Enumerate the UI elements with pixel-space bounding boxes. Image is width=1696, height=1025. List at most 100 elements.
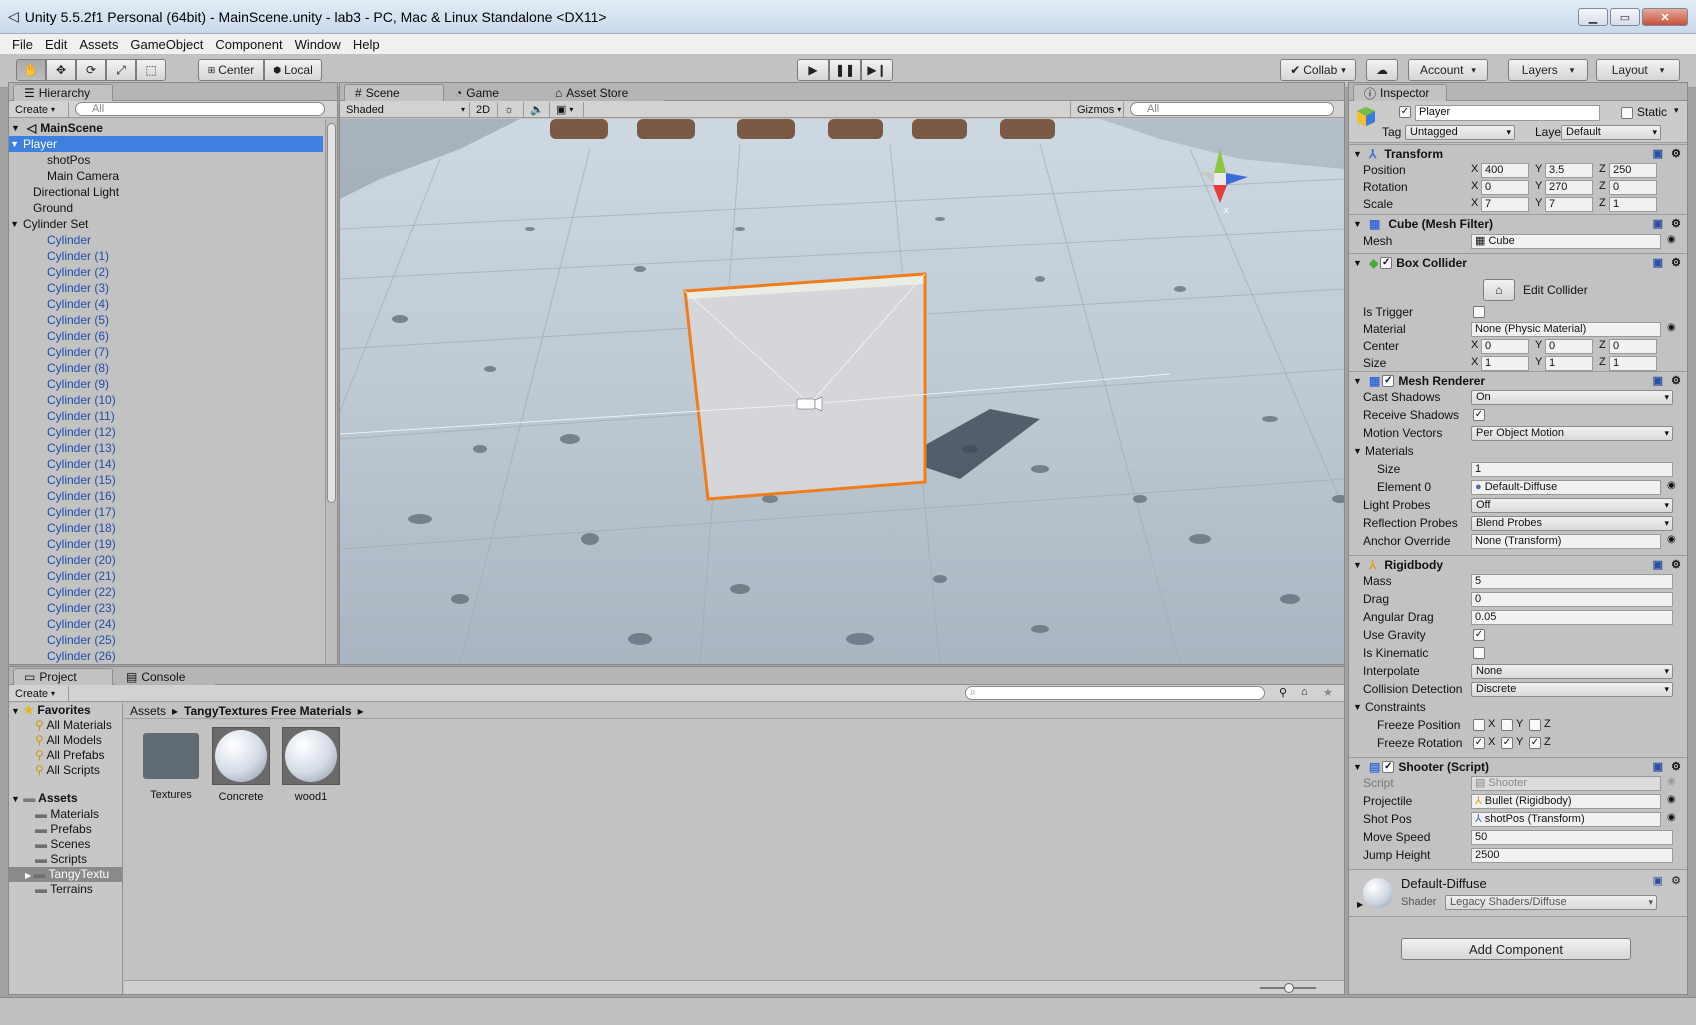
help-book-icon[interactable]: ▣	[1653, 256, 1663, 269]
angular-drag-field[interactable]: 0.05	[1471, 610, 1673, 625]
filter-label-icon[interactable]: ⌂	[1301, 686, 1308, 698]
collider-size-x-field[interactable]: 1	[1481, 356, 1529, 371]
menu-help[interactable]: Help	[347, 37, 386, 52]
hierarchy-item[interactable]: Cylinder (10)	[9, 392, 323, 408]
projectile-field[interactable]: ⅄ Bullet (Rigidbody)	[1471, 794, 1661, 809]
hierarchy-item[interactable]: Cylinder (18)	[9, 520, 323, 536]
interpolate-dropdown[interactable]: None	[1471, 664, 1673, 679]
help-book-icon[interactable]: ▣	[1653, 374, 1663, 387]
help-book-icon[interactable]: ▣	[1653, 558, 1663, 571]
rotation-y-field[interactable]: 270	[1545, 180, 1593, 195]
hierarchy-item[interactable]: Ground	[9, 200, 323, 216]
settings-gear-icon[interactable]: ⚙	[1671, 874, 1681, 887]
material-expand-icon[interactable]: ▶	[1357, 900, 1363, 909]
object-picker-icon[interactable]: ◉	[1667, 234, 1676, 245]
breadcrumb-assets[interactable]: Assets	[130, 704, 166, 718]
scale-y-field[interactable]: 7	[1545, 197, 1593, 212]
pivot-center-button[interactable]: ⊞ Center	[198, 59, 264, 81]
hand-tool-icon[interactable]: ✋	[16, 59, 46, 81]
tab-project[interactable]: ▭ Project	[13, 668, 113, 685]
motion-vectors-dropdown[interactable]: Per Object Motion	[1471, 426, 1673, 441]
project-folder-item[interactable]: ▬ Terrains	[9, 882, 122, 897]
cast-shadows-dropdown[interactable]: On	[1471, 390, 1673, 405]
close-button[interactable]: ✕	[1642, 8, 1688, 26]
move-tool-icon[interactable]: ✥	[46, 59, 76, 81]
shooter-script-header[interactable]: ▼ ▤ ✓ Shooter (Script) ▣ ⚙	[1349, 757, 1687, 775]
asset-item[interactable]: Concrete	[208, 725, 274, 811]
collider-center-y-field[interactable]: 0	[1545, 339, 1593, 354]
step-button[interactable]: ▶❙	[861, 59, 893, 81]
hierarchy-create-dropdown[interactable]: Create ▾	[9, 102, 69, 117]
account-dropdown[interactable]: Account ▾	[1408, 59, 1488, 81]
freeze-position-z-checkbox[interactable]	[1529, 719, 1541, 731]
hierarchy-item[interactable]: Cylinder (14)	[9, 456, 323, 472]
hierarchy-search-input[interactable]: All	[75, 102, 325, 116]
rect-tool-icon[interactable]: ⬚	[136, 59, 166, 81]
object-name-input[interactable]: Player	[1415, 105, 1600, 121]
hierarchy-item[interactable]: Cylinder (23)	[9, 600, 323, 616]
transform-header[interactable]: ▼ ⅄ Transform ▣ ⚙	[1349, 144, 1687, 162]
cloud-button[interactable]: ☁	[1366, 59, 1398, 81]
layers-dropdown[interactable]: Layers ▾	[1508, 59, 1588, 81]
scrollbar-thumb[interactable]	[327, 123, 336, 503]
hierarchy-item[interactable]: ▼ Cylinder Set	[9, 216, 323, 232]
menu-component[interactable]: Component	[209, 37, 288, 52]
project-folder-item[interactable]: ▬ Scenes	[9, 837, 122, 852]
hierarchy-item[interactable]: Cylinder (3)	[9, 280, 323, 296]
hierarchy-item[interactable]: Main Camera	[9, 168, 323, 184]
breadcrumb-current[interactable]: TangyTextures Free Materials	[184, 704, 352, 718]
position-z-field[interactable]: 250	[1609, 163, 1657, 178]
menu-edit[interactable]: Edit	[39, 37, 73, 52]
collider-size-z-field[interactable]: 1	[1609, 356, 1657, 371]
scale-x-field[interactable]: 7	[1481, 197, 1529, 212]
hierarchy-item[interactable]: Cylinder (4)	[9, 296, 323, 312]
maximize-button[interactable]: ▭	[1610, 8, 1640, 26]
shading-mode-dropdown[interactable]: Shaded ▾	[340, 102, 470, 117]
favorites-header[interactable]: ▼ ★ Favorites	[11, 703, 91, 717]
hierarchy-item[interactable]: Cylinder (2)	[9, 264, 323, 280]
rotation-x-field[interactable]: 0	[1481, 180, 1529, 195]
hierarchy-item[interactable]: Cylinder (16)	[9, 488, 323, 504]
light-probes-dropdown[interactable]: Off	[1471, 498, 1673, 513]
project-folder-item[interactable]: ▬ Materials	[9, 807, 122, 822]
hierarchy-item[interactable]: Cylinder (20)	[9, 552, 323, 568]
freeze-rotation-y-checkbox[interactable]: ✓	[1501, 737, 1513, 749]
freeze-rotation-z-checkbox[interactable]: ✓	[1529, 737, 1541, 749]
project-folder-item[interactable]: ▬ Scripts	[9, 852, 122, 867]
object-picker-icon[interactable]: ◉	[1667, 534, 1676, 545]
position-x-field[interactable]: 400	[1481, 163, 1529, 178]
hierarchy-item[interactable]: Cylinder (8)	[9, 360, 323, 376]
is-trigger-checkbox[interactable]	[1473, 306, 1485, 318]
help-book-icon[interactable]: ▣	[1653, 217, 1663, 230]
toggle-2d-button[interactable]: 2D	[470, 102, 498, 117]
help-book-icon[interactable]: ▣	[1653, 874, 1663, 887]
help-book-icon[interactable]: ▣	[1653, 760, 1663, 773]
menu-window[interactable]: Window	[289, 37, 347, 52]
object-picker-icon[interactable]: ◉	[1667, 322, 1676, 333]
icon-size-slider-thumb[interactable]	[1284, 983, 1294, 993]
menu-assets[interactable]: Assets	[73, 37, 124, 52]
hierarchy-item[interactable]: ▼ Player	[9, 136, 323, 152]
menu-file[interactable]: File	[6, 37, 39, 52]
hierarchy-item[interactable]: Cylinder (21)	[9, 568, 323, 584]
object-picker-icon[interactable]: ◉	[1667, 480, 1676, 491]
favorite-item[interactable]: ⚲ All Scripts	[35, 763, 100, 777]
collider-material-field[interactable]: None (Physic Material)	[1471, 322, 1661, 337]
tag-dropdown[interactable]: Untagged	[1405, 125, 1515, 140]
mesh-filter-header[interactable]: ▼ ▦ Cube (Mesh Filter) ▣ ⚙	[1349, 214, 1687, 232]
object-picker-icon[interactable]: ◉	[1667, 794, 1676, 805]
layout-dropdown[interactable]: Layout ▾	[1596, 59, 1680, 81]
position-y-field[interactable]: 3.5	[1545, 163, 1593, 178]
pause-button[interactable]: ❚❚	[829, 59, 861, 81]
audio-toggle[interactable]: 🔈	[524, 102, 550, 117]
scene-view-render[interactable]: x	[340, 119, 1344, 664]
freeze-position-x-checkbox[interactable]	[1473, 719, 1485, 731]
is-kinematic-checkbox[interactable]	[1473, 647, 1485, 659]
drag-field[interactable]: 0	[1471, 592, 1673, 607]
hierarchy-item[interactable]: Cylinder (11)	[9, 408, 323, 424]
lighting-toggle[interactable]: ☼	[498, 102, 524, 117]
project-folder-item[interactable]: ▶ ▬ TangyTextu	[9, 867, 122, 882]
tab-scene[interactable]: # Scene	[344, 84, 444, 101]
favorite-item[interactable]: ⚲ All Materials	[35, 718, 112, 732]
settings-gear-icon[interactable]: ⚙	[1671, 256, 1681, 269]
